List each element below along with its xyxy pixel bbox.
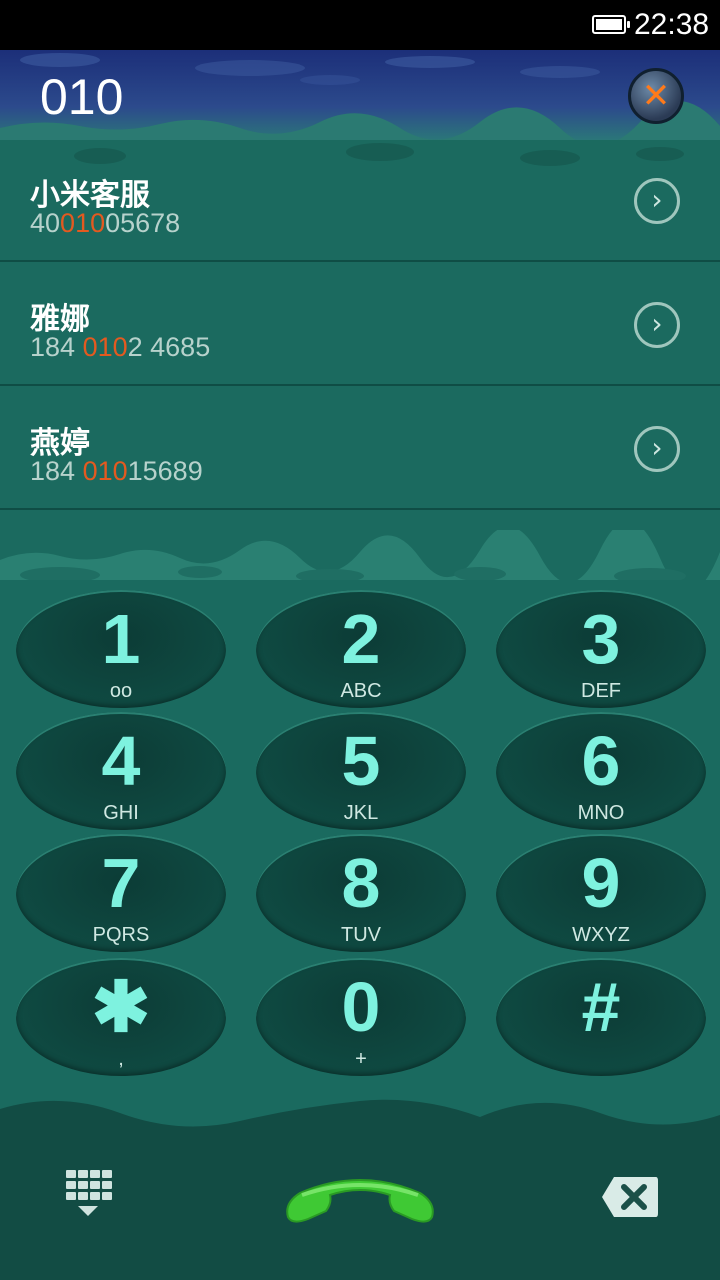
key-1[interactable]: 1 ᴏᴏ <box>16 590 226 708</box>
chevron-right-icon[interactable]: › <box>634 426 680 472</box>
battery-fill <box>596 19 622 30</box>
key-digit: 8 <box>341 844 381 922</box>
number-match: 010 <box>82 456 128 486</box>
key-digit: 2 <box>341 600 381 678</box>
number-match: 010 <box>82 332 128 362</box>
key-letters: TUV <box>341 924 381 946</box>
key-8[interactable]: 8 TUV <box>256 834 466 952</box>
number-suffix: 2 4685 <box>127 332 211 362</box>
number-suffix: 15689 <box>127 456 203 486</box>
key-letters: DEF <box>581 680 621 702</box>
key-hash[interactable]: # <box>496 958 706 1076</box>
key-letters: + <box>355 1048 367 1070</box>
key-digit: 7 <box>101 844 141 922</box>
key-digit: 3 <box>581 600 621 678</box>
dialpad-icon[interactable] <box>64 1170 112 1222</box>
number-suffix: 05678 <box>105 208 181 238</box>
chevron-right-icon[interactable]: › <box>634 178 680 224</box>
number-prefix: 40 <box>30 208 61 238</box>
contact-row[interactable]: 雅娜 184 0102 4685 › <box>0 264 720 386</box>
key-digit: 5 <box>341 722 381 800</box>
number-prefix: 184 <box>30 456 83 486</box>
key-letters: ABC <box>340 680 382 702</box>
number-prefix: 184 <box>30 332 83 362</box>
key-7[interactable]: 7 PQRS <box>16 834 226 952</box>
key-letters: JKL <box>343 802 379 824</box>
key-letters: , <box>118 1048 124 1070</box>
close-icon: ✕ <box>641 76 671 116</box>
key-0[interactable]: 0 + <box>256 958 466 1076</box>
key-digit: 0 <box>341 968 381 1046</box>
key-letters: WXYZ <box>572 924 630 946</box>
search-results-list: 小米客服 4001005678 › 雅娜 184 0102 4685 › 燕婷 … <box>0 140 720 550</box>
chevron-right-icon[interactable]: › <box>634 302 680 348</box>
key-digit: 9 <box>581 844 621 922</box>
key-6[interactable]: 6 MNO <box>496 712 706 830</box>
key-9[interactable]: 9 WXYZ <box>496 834 706 952</box>
key-letters: GHI <box>103 802 139 824</box>
contact-number: 184 0102 4685 <box>30 332 210 363</box>
phone-handset-icon[interactable] <box>282 1173 438 1223</box>
key-digit: ✱ <box>91 968 151 1046</box>
contact-number: 4001005678 <box>30 208 180 239</box>
backspace-icon[interactable] <box>600 1175 660 1219</box>
clear-button[interactable]: ✕ <box>628 68 684 124</box>
dial-keypad: 1 ᴏᴏ 2 ABC 3 DEF 4 GHI 5 JKL 6 MNO 7 PQRS 8 TUV … <box>0 580 720 1100</box>
key-letters: MNO <box>577 802 625 824</box>
contact-number: 184 01015689 <box>30 456 203 487</box>
status-bar: 22:38 <box>0 0 720 50</box>
key-star[interactable]: ✱, <box>16 958 226 1076</box>
search-header: 010 <box>0 50 720 145</box>
battery-icon <box>592 15 630 34</box>
dialed-number[interactable]: 010 <box>40 68 123 126</box>
contact-row[interactable]: 燕婷 184 01015689 › <box>0 388 720 510</box>
bottom-wave <box>0 1095 720 1127</box>
key-digit: # <box>581 968 621 1046</box>
voicemail-icon: ᴏᴏ <box>109 680 133 702</box>
key-2[interactable]: 2 ABC <box>256 590 466 708</box>
bottom-action-bar <box>0 1095 720 1280</box>
key-5[interactable]: 5 JKL <box>256 712 466 830</box>
key-digit: 6 <box>581 722 621 800</box>
key-digit: 1 <box>101 600 141 678</box>
clock: 22:38 <box>634 8 710 41</box>
key-4[interactable]: 4 GHI <box>16 712 226 830</box>
key-letters: PQRS <box>92 924 150 946</box>
key-3[interactable]: 3 DEF <box>496 590 706 708</box>
contact-row[interactable]: 小米客服 4001005678 › <box>0 140 720 262</box>
key-digit: 4 <box>101 722 141 800</box>
number-match: 010 <box>60 208 106 238</box>
